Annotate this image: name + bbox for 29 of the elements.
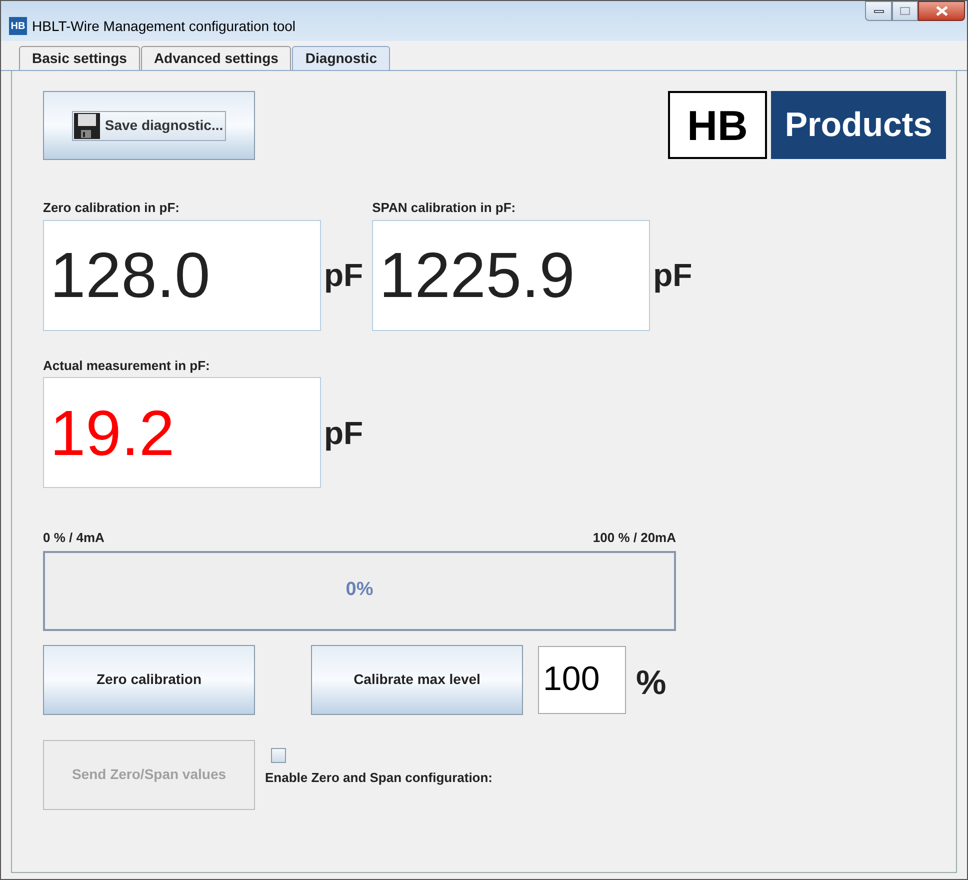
action-button[interactable]: Calibrate max level — [311, 644, 523, 714]
max-level-field[interactable]: 100 — [538, 646, 626, 714]
unit-label: pF — [653, 256, 692, 295]
tab[interactable]: Diagnostic — [292, 46, 390, 70]
reading-label: Actual measurement in pF: — [43, 356, 211, 375]
percent-label: % — [636, 663, 666, 704]
reading-label: Zero calibration in pF: — [43, 199, 181, 217]
tab[interactable]: Basic settings — [19, 46, 140, 70]
action-button[interactable]: Zero calibration — [43, 644, 255, 714]
enable-checkbox-label: Enable Zero and Span configuration: — [265, 768, 493, 787]
app-icon: HB — [9, 17, 27, 35]
window-title: HBLT-Wire Management configuration tool — [32, 17, 296, 35]
tab[interactable]: Advanced settings — [140, 46, 292, 70]
minimize-button[interactable] — [865, 1, 892, 21]
close-button[interactable] — [918, 1, 965, 21]
reading-display: 1225.9 — [372, 220, 650, 330]
range-max-label: 100 % / 20mA — [592, 529, 676, 547]
save-diagnostic-button[interactable]: Save diagnostic... — [72, 110, 226, 140]
reading-label: SPAN calibration in pF: — [372, 199, 517, 217]
range-min-label: 0 % / 4mA — [43, 529, 104, 547]
reading-display: 19.2 — [43, 377, 321, 488]
progress-text: 0% — [346, 578, 374, 602]
close-icon — [936, 6, 948, 16]
unit-label: pF — [324, 256, 364, 295]
reading-display: 128.0 — [43, 220, 321, 330]
enable-checkbox[interactable] — [271, 748, 286, 762]
company-logo: HB Products — [668, 91, 946, 159]
unit-label: pF — [324, 414, 364, 453]
maximize-button[interactable] — [892, 1, 918, 21]
